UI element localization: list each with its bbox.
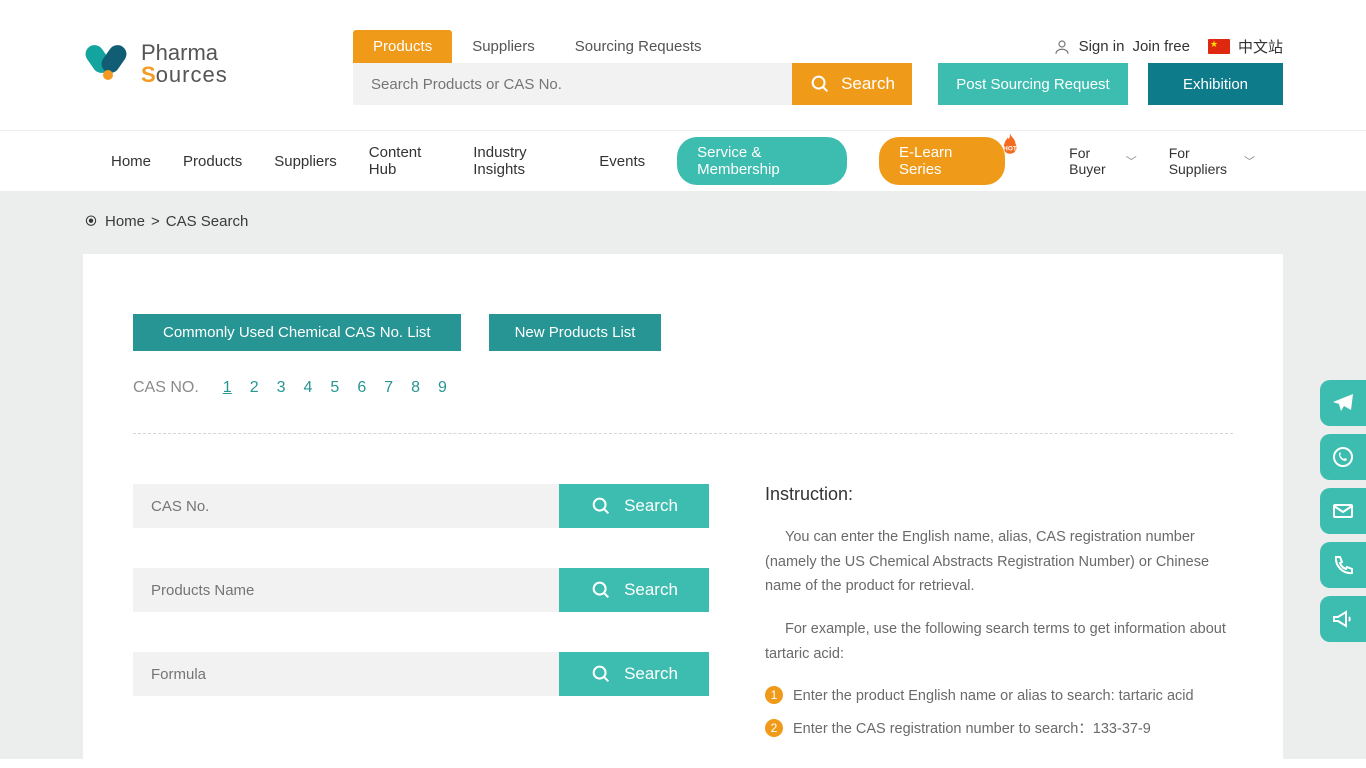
instruction-li1: Enter the product English name or alias … [793,684,1194,709]
nav-suppliers[interactable]: Suppliers [274,153,337,170]
phone-icon [1331,553,1355,577]
lang-link[interactable]: 中文站 [1238,36,1283,57]
breadcrumb: Home > CAS Search [83,213,1283,254]
nav-for-buyer[interactable]: For Buyer ﹀ [1069,145,1137,177]
breadcrumb-page: CAS Search [166,213,249,230]
search-input[interactable] [353,63,792,105]
sign-in-link[interactable]: Sign in [1079,38,1125,55]
formula-input[interactable] [133,652,559,696]
name-search-button[interactable]: Search [559,568,709,612]
float-announce-button[interactable] [1320,596,1366,642]
casno-5[interactable]: 5 [330,379,339,397]
logo[interactable]: Pharma Sources [83,30,353,88]
chevron-down-icon: ﹀ [1126,153,1137,169]
nav-for-buyer-label: For Buyer [1069,145,1120,177]
float-email-button[interactable] [1320,488,1366,534]
nav-elearn-series[interactable]: E-Learn Series HOT [879,137,1005,185]
casno-4[interactable]: 4 [304,379,313,397]
casno-1[interactable]: 1 [223,379,232,397]
user-icon [1053,38,1071,56]
breadcrumb-home[interactable]: Home [105,213,145,230]
email-icon [1331,499,1355,523]
float-phone-button[interactable] [1320,542,1366,588]
nav-industry-insights[interactable]: Industry Insights [473,144,567,178]
casno-9[interactable]: 9 [438,379,447,397]
casno-3[interactable]: 3 [277,379,286,397]
flag-cn-icon [1208,39,1230,54]
join-free-link[interactable]: Join free [1132,38,1190,55]
product-name-input[interactable] [133,568,559,612]
float-telegram-button[interactable] [1320,380,1366,426]
float-whatsapp-button[interactable] [1320,434,1366,480]
cas-search-button[interactable]: Search [559,484,709,528]
tab-products[interactable]: Products [353,30,452,63]
casno-7[interactable]: 7 [384,379,393,397]
search-icon [590,663,612,685]
casno-8[interactable]: 8 [411,379,420,397]
location-icon [83,214,99,230]
tab-suppliers[interactable]: Suppliers [452,30,555,63]
chevron-down-icon: ﹀ [1244,153,1255,169]
search-button-label: Search [841,74,895,94]
bullet-2-icon: 2 [765,719,783,737]
whatsapp-icon [1331,445,1355,469]
cas-no-input[interactable] [133,484,559,528]
formula-search-button[interactable]: Search [559,652,709,696]
instruction-p2: For example, use the following search te… [765,617,1233,666]
search-button-label: Search [624,580,678,600]
nav-home[interactable]: Home [111,153,151,170]
hot-icon: HOT [997,131,1023,157]
logo-text-line2b: ources [156,62,228,87]
nav-elearn-label: E-Learn Series [899,144,952,178]
tab-sourcing-requests[interactable]: Sourcing Requests [555,30,722,63]
search-icon [809,73,831,95]
nav-for-suppliers-label: For Suppliers [1169,145,1238,177]
nav-events[interactable]: Events [599,153,645,170]
search-icon [590,495,612,517]
search-icon [590,579,612,601]
bullet-1-icon: 1 [765,686,783,704]
svg-text:HOT: HOT [1003,146,1017,153]
megaphone-icon [1331,607,1355,631]
telegram-icon [1331,391,1355,415]
casno-label: CAS NO. [133,379,199,397]
instruction-title: Instruction: [765,484,1233,505]
divider [133,433,1233,434]
search-button-label: Search [624,664,678,684]
logo-text-line1: Pharma [141,42,228,64]
logo-text-line2a: S [141,62,156,87]
instruction-li2: Enter the CAS registration number to sea… [793,717,1151,742]
nav-content-hub[interactable]: Content Hub [369,144,442,178]
casno-6[interactable]: 6 [357,379,366,397]
casno-2[interactable]: 2 [250,379,259,397]
tab-new-products-list[interactable]: New Products List [489,314,662,351]
instruction-p1: You can enter the English name, alias, C… [765,525,1233,599]
nav-service-membership[interactable]: Service & Membership [677,137,847,185]
nav-for-suppliers[interactable]: For Suppliers ﹀ [1169,145,1255,177]
tab-common-cas-list[interactable]: Commonly Used Chemical CAS No. List [133,314,461,351]
search-button[interactable]: Search [792,63,912,105]
post-sourcing-button[interactable]: Post Sourcing Request [938,63,1128,105]
search-button-label: Search [624,496,678,516]
nav-products[interactable]: Products [183,153,242,170]
breadcrumb-sep: > [151,213,160,230]
exhibition-button[interactable]: Exhibition [1148,63,1283,105]
